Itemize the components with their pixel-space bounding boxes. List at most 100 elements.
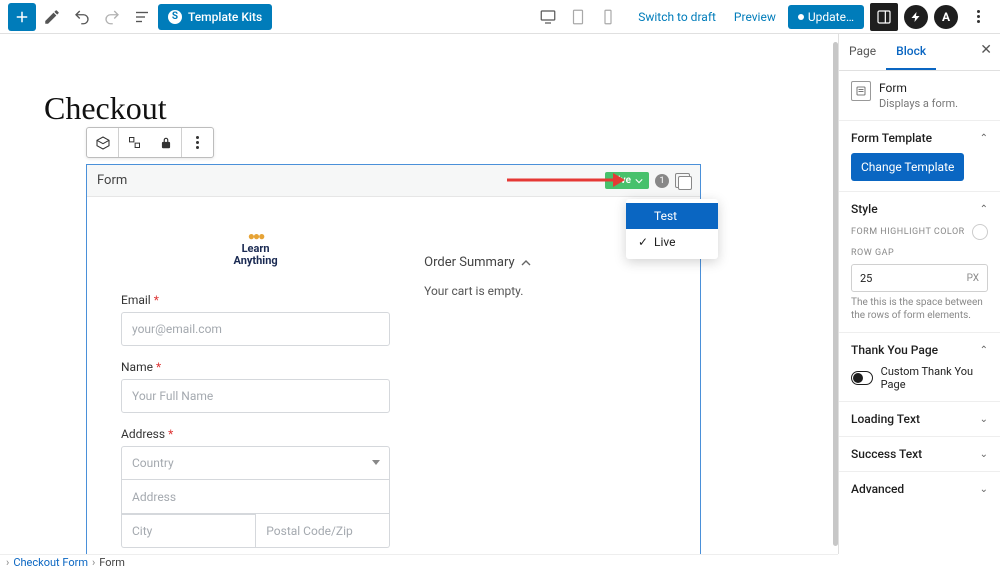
row-gap-value: 25 xyxy=(860,272,872,285)
name-input[interactable] xyxy=(121,379,390,413)
postal-input[interactable] xyxy=(255,514,390,548)
style-heading[interactable]: Style⌃ xyxy=(851,202,988,216)
highlight-color-swatch[interactable] xyxy=(972,224,988,240)
settings-sidebar: Page Block ✕ Form Displays a form. Form … xyxy=(838,34,1000,554)
mode-option-live[interactable]: ✓Live xyxy=(626,229,718,255)
name-field-group: Name * xyxy=(121,360,390,413)
chevron-up-icon: ⌃ xyxy=(980,204,988,215)
select-parent-button[interactable] xyxy=(119,128,150,157)
block-type-icon[interactable] xyxy=(87,128,118,157)
sidebar-tabs: Page Block ✕ xyxy=(839,34,1000,71)
address-label: Address * xyxy=(121,427,390,441)
block-toolbar xyxy=(86,127,214,158)
row-gap-input[interactable]: 25 PX xyxy=(851,264,988,292)
switch-to-draft-link[interactable]: Switch to draft xyxy=(632,6,722,28)
breadcrumb-sep: › xyxy=(6,556,9,569)
form-body: ●●● LearnAnything Email * Name * Address… xyxy=(87,197,700,554)
email-label: Email * xyxy=(121,293,390,307)
block-name-label: Form xyxy=(879,81,958,95)
thank-you-panel: Thank You Page⌃ Custom Thank You Page xyxy=(839,333,1000,402)
chevron-up-icon: ⌃ xyxy=(980,133,988,144)
copy-shortcode-icon[interactable] xyxy=(675,173,690,188)
redo-button[interactable] xyxy=(98,3,126,31)
breadcrumb-item-current[interactable]: Form xyxy=(99,556,125,569)
form-count-badge: 1 xyxy=(655,174,669,188)
lock-icon[interactable] xyxy=(150,128,181,157)
name-label: Name * xyxy=(121,360,390,374)
breadcrumb-sep: › xyxy=(92,556,95,569)
form-template-panel: Form Template⌃ Change Template xyxy=(839,121,1000,192)
form-right-column: Order Summary Your cart is empty. xyxy=(424,229,700,554)
advanced-panel[interactable]: Advanced⌄ xyxy=(839,472,1000,506)
email-input[interactable] xyxy=(121,312,390,346)
add-block-button[interactable] xyxy=(8,3,36,31)
chevron-down-icon: ⌄ xyxy=(980,484,988,495)
success-text-panel[interactable]: Success Text⌄ xyxy=(839,437,1000,472)
logo-icon: ●●● xyxy=(121,229,390,243)
chevron-up-icon xyxy=(521,258,531,268)
block-identity-panel: Form Displays a form. xyxy=(839,71,1000,121)
form-block[interactable]: Form Live 1 ●●● LearnAnything xyxy=(86,164,701,554)
row-gap-unit: PX xyxy=(967,273,979,284)
mobile-preview-icon[interactable] xyxy=(594,3,622,31)
template-kits-button[interactable]: S Template Kits xyxy=(158,4,272,30)
style-panel: Style⌃ Form Highlight Color Row Gap 25 P… xyxy=(839,192,1000,333)
form-mode-dropdown[interactable]: Live xyxy=(605,172,649,189)
form-block-title: Form xyxy=(97,173,127,188)
chevron-down-icon xyxy=(635,177,643,185)
form-block-icon xyxy=(851,81,871,101)
breadcrumb: › Checkout Form › Form xyxy=(0,554,838,569)
city-input[interactable] xyxy=(121,514,255,548)
custom-thank-you-label: Custom Thank You Page xyxy=(881,365,988,391)
form-block-header: Form Live 1 xyxy=(87,165,700,197)
preview-link[interactable]: Preview xyxy=(728,6,782,28)
loading-text-panel[interactable]: Loading Text⌄ xyxy=(839,402,1000,437)
tablet-preview-icon[interactable] xyxy=(564,3,592,31)
form-mode-label: Live xyxy=(613,175,631,186)
email-field-group: Email * xyxy=(121,293,390,346)
block-more-button[interactable] xyxy=(182,128,213,157)
chevron-down-icon: ⌄ xyxy=(980,449,988,460)
chevron-up-icon: ⌃ xyxy=(980,345,988,356)
device-preview-group xyxy=(534,3,622,31)
mode-dropdown-menu: ✓Test ✓Live xyxy=(626,199,718,259)
cart-empty-message: Your cart is empty. xyxy=(424,284,680,298)
desktop-preview-icon[interactable] xyxy=(534,3,562,31)
form-template-heading[interactable]: Form Template⌃ xyxy=(851,131,988,145)
template-kits-label: Template Kits xyxy=(188,10,262,24)
tab-page[interactable]: Page xyxy=(839,34,886,70)
surecart-icon[interactable] xyxy=(904,5,928,29)
edit-icon[interactable] xyxy=(38,3,66,31)
merchant-logo: ●●● LearnAnything xyxy=(121,229,390,267)
block-description: Displays a form. xyxy=(879,97,958,110)
editor-body: Checkout Form Live xyxy=(0,34,1000,554)
template-kits-icon: S xyxy=(168,10,182,24)
tab-block[interactable]: Block xyxy=(886,34,936,70)
undo-button[interactable] xyxy=(68,3,96,31)
toolbar-left: S Template Kits xyxy=(8,3,272,31)
update-label: Update… xyxy=(808,10,854,24)
page-title: Checkout xyxy=(44,90,167,127)
chevron-down-icon: ⌄ xyxy=(980,414,988,425)
address-line-input[interactable] xyxy=(121,480,390,514)
breadcrumb-item-parent[interactable]: Checkout Form xyxy=(13,556,88,569)
close-sidebar-button[interactable]: ✕ xyxy=(980,42,992,58)
change-template-button[interactable]: Change Template xyxy=(851,153,964,181)
update-button[interactable]: Update… xyxy=(788,5,864,29)
row-gap-help: The this is the space between the rows o… xyxy=(851,296,988,322)
row-gap-label: Row Gap xyxy=(851,248,988,258)
outline-button[interactable] xyxy=(128,3,156,31)
mode-option-test[interactable]: ✓Test xyxy=(626,203,718,229)
country-select[interactable] xyxy=(121,446,390,480)
settings-panel-toggle[interactable] xyxy=(870,3,898,31)
canvas: Checkout Form Live xyxy=(0,34,838,554)
thank-you-heading[interactable]: Thank You Page⌃ xyxy=(851,343,988,357)
form-left-column: ●●● LearnAnything Email * Name * Address… xyxy=(87,229,424,554)
address-field-group: Address * xyxy=(121,427,390,548)
astra-icon[interactable]: A xyxy=(934,5,958,29)
top-toolbar: S Template Kits Switch to draft Preview … xyxy=(0,0,1000,34)
highlight-color-label: Form Highlight Color xyxy=(851,227,965,237)
custom-thank-you-toggle[interactable] xyxy=(851,371,873,385)
toolbar-right: Switch to draft Preview Update… A xyxy=(534,3,992,31)
more-menu-button[interactable] xyxy=(964,3,992,31)
